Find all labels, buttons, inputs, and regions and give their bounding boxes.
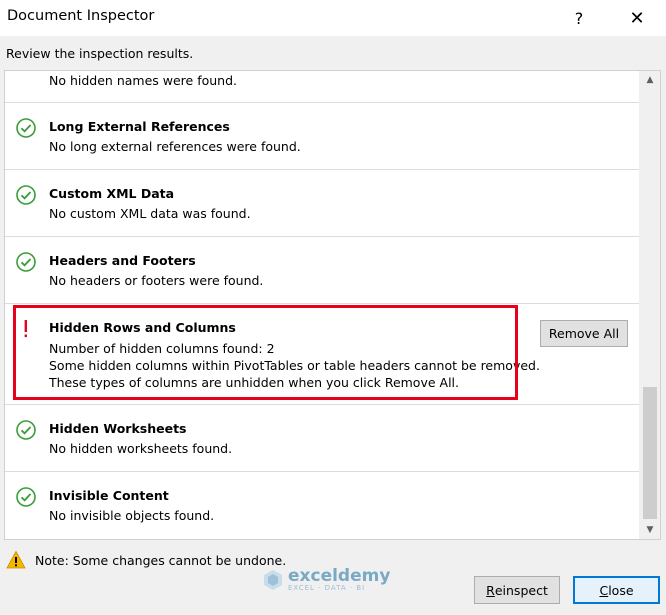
- check-circle-icon: [16, 252, 36, 272]
- undo-note: Note: Some changes cannot be undone.: [6, 550, 286, 570]
- exceldemy-watermark: exceldemy EXCEL · DATA · BI: [262, 568, 390, 592]
- result-description: No headers or footers were found.: [49, 273, 264, 288]
- result-name: Long External References: [49, 119, 230, 134]
- result-description: No custom XML data was found.: [49, 206, 251, 221]
- instruction-text: Review the inspection results.: [6, 46, 194, 61]
- result-name: Headers and Footers: [49, 253, 196, 268]
- result-item-hidden-rows-and-columns: Hidden Rows and Columns Number of hidden…: [5, 304, 639, 405]
- result-item-long-external-references: Long External References No long externa…: [5, 103, 639, 170]
- result-item-headers-and-footers: Headers and Footers No headers or footer…: [5, 237, 639, 304]
- result-name: Hidden Rows and Columns: [49, 320, 236, 335]
- inspection-results-list[interactable]: No hidden names were found. Long Externa…: [4, 70, 661, 540]
- title-bar: Document Inspector ? ✕: [0, 0, 666, 36]
- window-close-button[interactable]: ✕: [614, 0, 660, 36]
- result-description: No invisible objects found.: [49, 508, 215, 523]
- warning-triangle-icon: [6, 550, 26, 569]
- scroll-down-arrow-icon[interactable]: ▼: [639, 521, 660, 539]
- result-description: No long external references were found.: [49, 139, 301, 154]
- remove-all-button[interactable]: Remove All: [540, 320, 628, 347]
- result-name: Hidden Worksheets: [49, 421, 187, 436]
- check-circle-icon: [16, 185, 36, 205]
- check-circle-icon: [16, 118, 36, 138]
- help-icon: ?: [574, 8, 584, 28]
- scrollbar-thumb[interactable]: [643, 387, 657, 519]
- reinspect-button[interactable]: Reinspect: [474, 576, 560, 604]
- result-item-hidden-names: No hidden names were found.: [5, 71, 639, 103]
- result-item-invisible-content: Invisible Content No invisible objects f…: [5, 472, 639, 539]
- results-items: No hidden names were found. Long Externa…: [5, 71, 639, 539]
- exceldemy-logo-icon: [264, 570, 282, 590]
- result-item-custom-xml-data: Custom XML Data No custom XML data was f…: [5, 170, 639, 237]
- help-button[interactable]: ?: [556, 0, 602, 36]
- check-circle-icon: [16, 420, 36, 440]
- result-name: Invisible Content: [49, 488, 169, 503]
- close-button[interactable]: Close: [573, 576, 660, 604]
- close-icon: ✕: [629, 7, 645, 29]
- result-description: Number of hidden columns found: 2 Some h…: [49, 341, 540, 390]
- result-name: Custom XML Data: [49, 186, 175, 201]
- window-title: Document Inspector: [7, 8, 155, 24]
- watermark-name: exceldemy: [288, 566, 391, 586]
- check-circle-icon: [16, 487, 36, 507]
- vertical-scrollbar[interactable]: ▲ ▼: [639, 71, 660, 539]
- result-description: No hidden names were found.: [49, 73, 238, 88]
- scroll-up-arrow-icon[interactable]: ▲: [639, 71, 660, 89]
- result-description: No hidden worksheets found.: [49, 441, 233, 456]
- note-text: Note: Some changes cannot be undone.: [35, 552, 287, 568]
- result-item-hidden-worksheets: Hidden Worksheets No hidden worksheets f…: [5, 405, 639, 472]
- exclamation-icon: [24, 320, 27, 338]
